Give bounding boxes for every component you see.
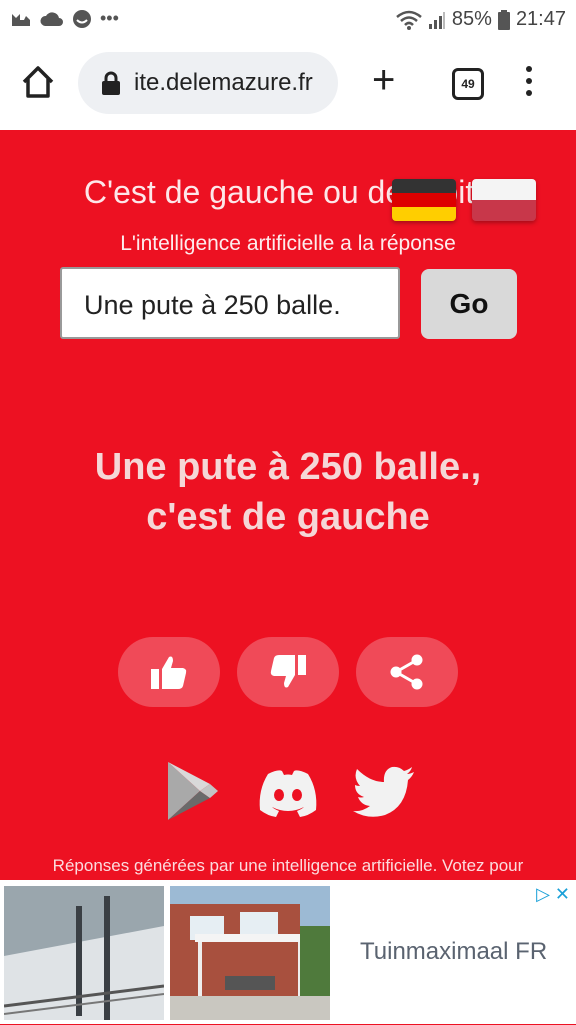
thumbs-up-icon xyxy=(151,656,187,689)
tab-switcher-button[interactable]: 49 xyxy=(452,68,484,100)
system-indicators: 85% 21:47 xyxy=(396,8,566,31)
page-content: C'est de gauche ou de droite L'intellige… xyxy=(0,130,576,880)
cat-icon xyxy=(12,13,30,26)
battery-icon xyxy=(497,9,510,30)
disclaimer-text: Réponses générées par une intelligence a… xyxy=(52,856,524,875)
status-bar: ••• 85% 21:47 xyxy=(0,0,576,40)
lock-icon xyxy=(102,71,120,95)
wifi-icon xyxy=(396,10,422,30)
answer-line-1: Une pute à 250 balle., xyxy=(94,446,482,488)
ad-advertiser-name[interactable]: Tuinmaximaal FR xyxy=(360,938,547,966)
share-button[interactable] xyxy=(356,637,458,707)
overflow-menu-icon[interactable] xyxy=(526,66,534,102)
polish-flag-icon[interactable] xyxy=(472,179,536,221)
adchoices-icon[interactable]: ▷ ✕ xyxy=(536,884,570,905)
query-input[interactable]: Une pute à 250 balle. xyxy=(60,267,400,339)
cloud-icon xyxy=(40,11,63,26)
thumbs-down-icon xyxy=(270,655,306,688)
discord-icon[interactable] xyxy=(256,768,320,818)
german-flag-icon[interactable] xyxy=(392,179,456,221)
more-dots-icon: ••• xyxy=(100,8,119,28)
smiley-icon xyxy=(73,9,91,28)
google-play-icon[interactable] xyxy=(164,760,220,822)
share-icon xyxy=(390,654,423,690)
answer-line-2: c'est de gauche xyxy=(146,496,430,538)
clock: 21:47 xyxy=(515,8,566,30)
page-subtitle: L'intelligence artificielle a la réponse xyxy=(120,232,456,255)
twitter-icon[interactable] xyxy=(352,766,416,820)
notification-icons: ••• xyxy=(10,8,119,29)
battery-percent: 85% xyxy=(451,8,492,30)
signal-icon xyxy=(428,11,445,29)
ad-banner[interactable]: Tuinmaximaal FR ▷ ✕ xyxy=(0,880,576,1024)
browser-toolbar: ite.delemazure.fr + 49 xyxy=(0,40,576,130)
thumbs-up-button[interactable] xyxy=(118,637,220,707)
ad-image-house-veranda[interactable] xyxy=(170,886,330,1020)
thumbs-down-button[interactable] xyxy=(237,637,339,707)
home-icon[interactable] xyxy=(18,62,58,102)
address-bar[interactable]: ite.delemazure.fr xyxy=(78,52,338,114)
ad-image-glass-door[interactable] xyxy=(3,886,165,1020)
new-tab-button[interactable]: + xyxy=(372,60,395,100)
answer-text: Une pute à 250 balle., c'est de gauche xyxy=(0,442,576,542)
go-button[interactable]: Go xyxy=(421,269,517,339)
url-text: ite.delemazure.fr xyxy=(134,69,313,96)
